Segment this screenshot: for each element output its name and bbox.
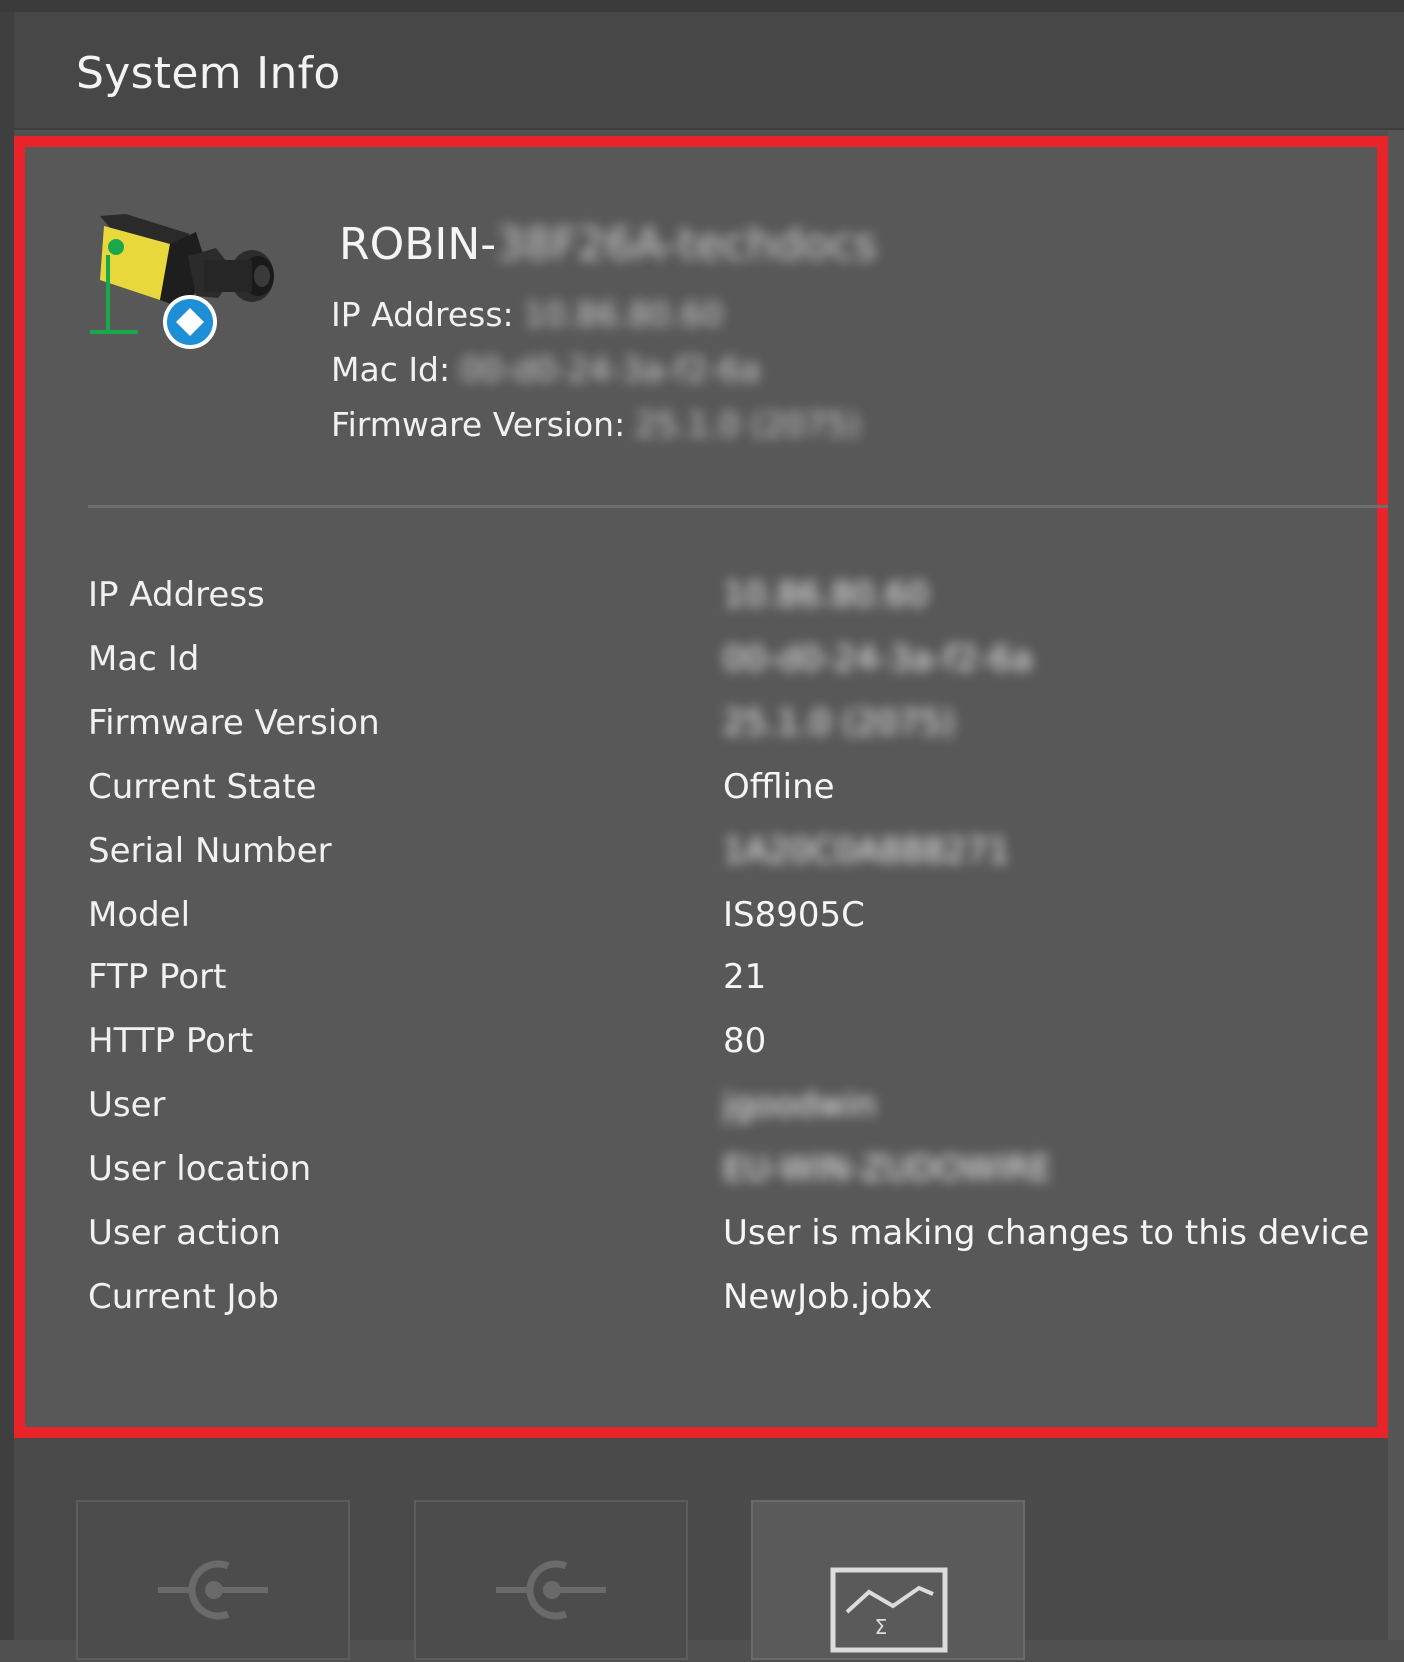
summary-label: Firmware Version: — [331, 405, 626, 444]
detail-label: FTP Port — [88, 957, 227, 997]
detail-label: Current Job — [88, 1277, 279, 1317]
window-left-strip — [0, 12, 14, 1640]
summary-mac-id: Mac Id: 00-d0-24-3a-f2-6a — [331, 350, 761, 389]
detail-value: jgoodwin — [723, 1085, 877, 1125]
detail-row-ftp-port: FTP Port 21 — [88, 957, 1368, 1017]
detail-row-current-state: Current State Offline — [88, 767, 1368, 827]
detail-value: User is making changes to this device — [723, 1213, 1370, 1253]
window-top-strip — [0, 0, 1404, 12]
detail-label: Model — [88, 895, 191, 935]
detail-row-user-location: User location EU-WIN-ZUDOWIRE — [88, 1149, 1368, 1209]
detail-row-mac-id: Mac Id 00-d0-24-3a-f2-6a — [88, 639, 1368, 699]
bottom-toolbar: Σ — [14, 1438, 1388, 1660]
detail-value: IS8905C — [723, 895, 865, 935]
detail-label: IP Address — [88, 575, 265, 615]
system-info-panel: ROBIN-38F26A-techdocs IP Address: 10.86.8… — [14, 136, 1388, 1438]
detail-label: Serial Number — [88, 831, 332, 871]
section-divider — [88, 505, 1388, 508]
connect-tile-1[interactable] — [76, 1500, 350, 1660]
detail-row-model: Model IS8905C — [88, 895, 1368, 955]
summary-value: 25.1.0 (2075) — [635, 405, 861, 444]
page-title: System Info — [76, 48, 341, 99]
camera-device-icon — [90, 214, 274, 349]
detail-row-user: User jgoodwin — [88, 1085, 1368, 1145]
system-info-header: System Info — [14, 12, 1404, 130]
detail-label: User — [88, 1085, 166, 1125]
detail-label: HTTP Port — [88, 1021, 254, 1061]
summary-value: 00-d0-24-3a-f2-6a — [460, 350, 761, 389]
detail-value: 25.1.0 (2075) — [723, 703, 956, 743]
detail-value: EU-WIN-ZUDOWIRE — [723, 1149, 1052, 1189]
summary-ip-address: IP Address: 10.86.80.60 — [331, 295, 723, 334]
detail-value: 21 — [723, 957, 767, 997]
detail-row-ip-address: IP Address 10.86.80.60 — [88, 575, 1368, 635]
summary-value: 10.86.80.60 — [523, 295, 724, 334]
detail-row-firmware-version: Firmware Version 25.1.0 (2075) — [88, 703, 1368, 763]
detail-label: User action — [88, 1213, 281, 1253]
device-name-suffix: 38F26A-techdocs — [496, 219, 877, 270]
detail-value: Offline — [723, 767, 835, 807]
connect-tile-2[interactable] — [414, 1500, 688, 1660]
detail-label: User location — [88, 1149, 312, 1189]
device-name-prefix: ROBIN- — [339, 219, 497, 270]
svg-text:Σ: Σ — [875, 1615, 888, 1639]
detail-label: Firmware Version — [88, 703, 380, 743]
detail-value: 80 — [723, 1021, 767, 1061]
detail-row-serial-number: Serial Number 1A20C0A888271 — [88, 831, 1368, 891]
detail-label: Mac Id — [88, 639, 200, 679]
connect-icon — [496, 1560, 606, 1620]
summary-label: Mac Id: — [331, 350, 451, 389]
detail-value: 00-d0-24-3a-f2-6a — [723, 639, 1033, 679]
summary-label: IP Address: — [331, 295, 514, 334]
detail-value: 1A20C0A888271 — [723, 831, 1010, 871]
detail-value: 10.86.80.60 — [723, 575, 929, 615]
scrollbar-track[interactable] — [1388, 130, 1404, 1640]
spreadsheet-chart-icon: Σ — [830, 1567, 948, 1653]
device-name: ROBIN-38F26A-techdocs — [339, 219, 877, 270]
connect-icon — [158, 1560, 268, 1620]
detail-row-current-job: Current Job NewJob.jobx — [88, 1277, 1368, 1337]
detail-label: Current State — [88, 767, 317, 807]
detail-row-http-port: HTTP Port 80 — [88, 1021, 1368, 1081]
summary-firmware-version: Firmware Version: 25.1.0 (2075) — [331, 405, 860, 444]
detail-row-user-action: User action User is making changes to th… — [88, 1213, 1370, 1273]
detail-value: NewJob.jobx — [723, 1277, 933, 1317]
spreadsheet-tile[interactable]: Σ — [751, 1500, 1025, 1660]
